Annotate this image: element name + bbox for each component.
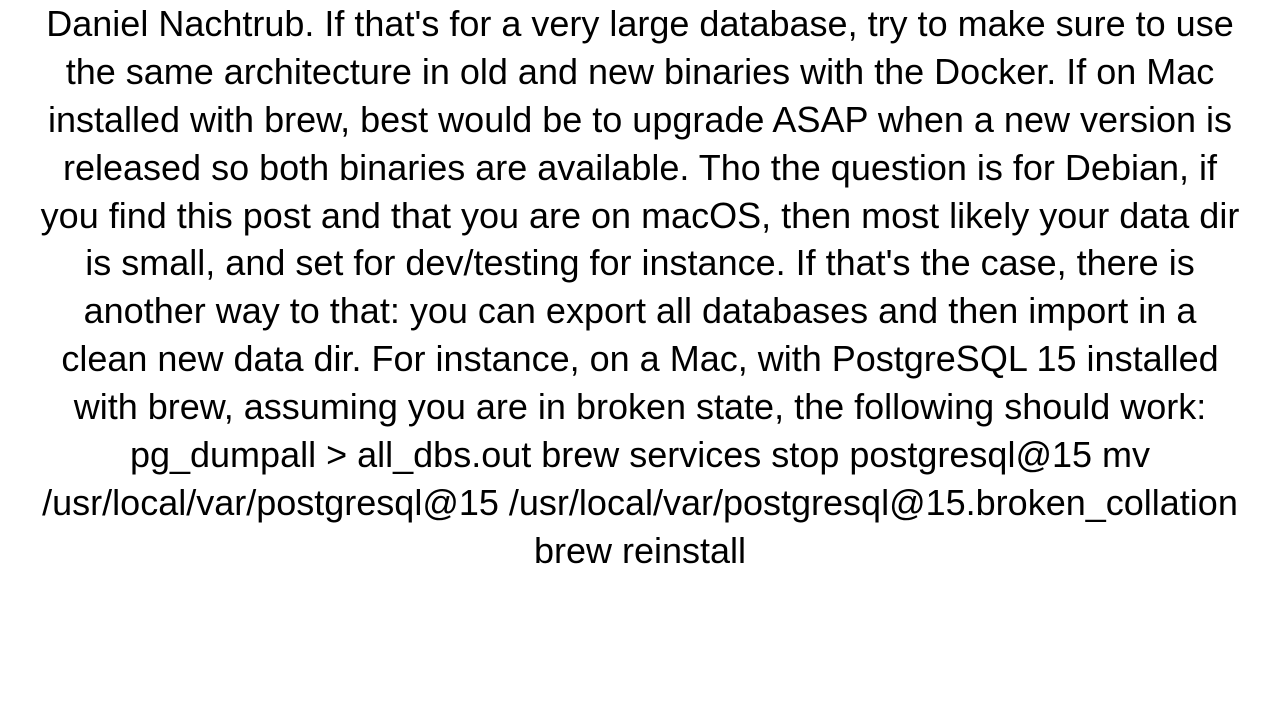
document-body: Daniel Nachtrub. If that's for a very la… [0,0,1280,575]
